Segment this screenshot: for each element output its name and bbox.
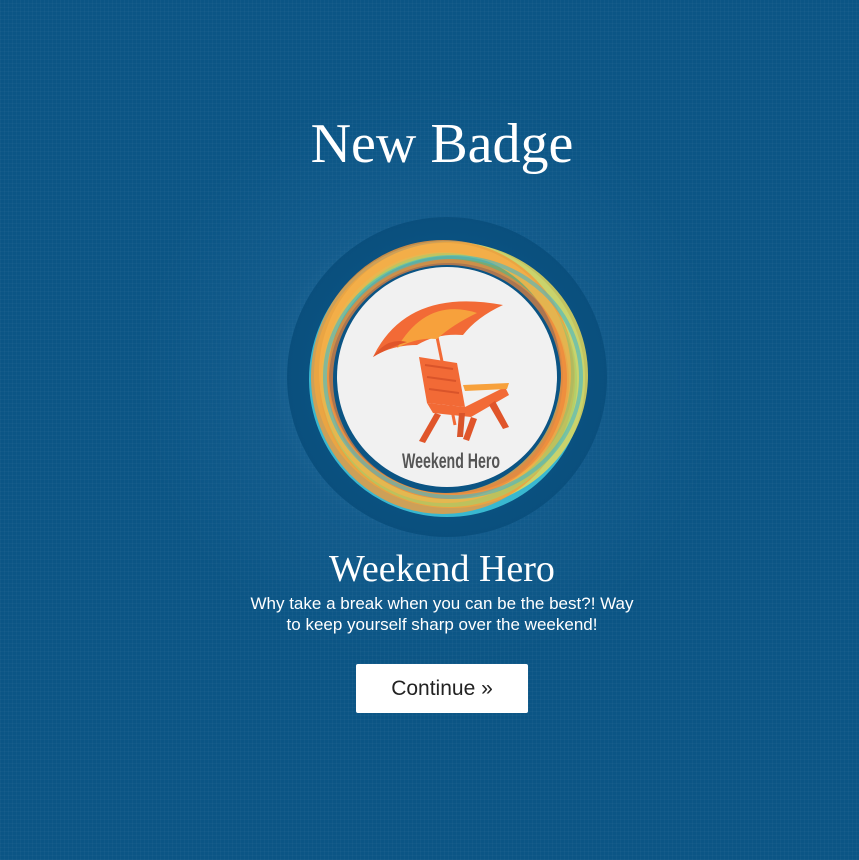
badge-medallion: Weekend Hero [287, 217, 607, 537]
badge-description: Why take a break when you can be the bes… [250, 594, 634, 634]
badge-graphic: Weekend Hero [287, 217, 607, 537]
badge-title: Weekend Hero [329, 548, 555, 590]
continue-button[interactable]: Continue » [356, 664, 528, 713]
badge-label: Weekend Hero [402, 450, 500, 473]
page-title: New Badge [310, 113, 574, 175]
new-badge-screen: New Badge Weekend Hero Weekend Hero Why … [0, 0, 859, 860]
